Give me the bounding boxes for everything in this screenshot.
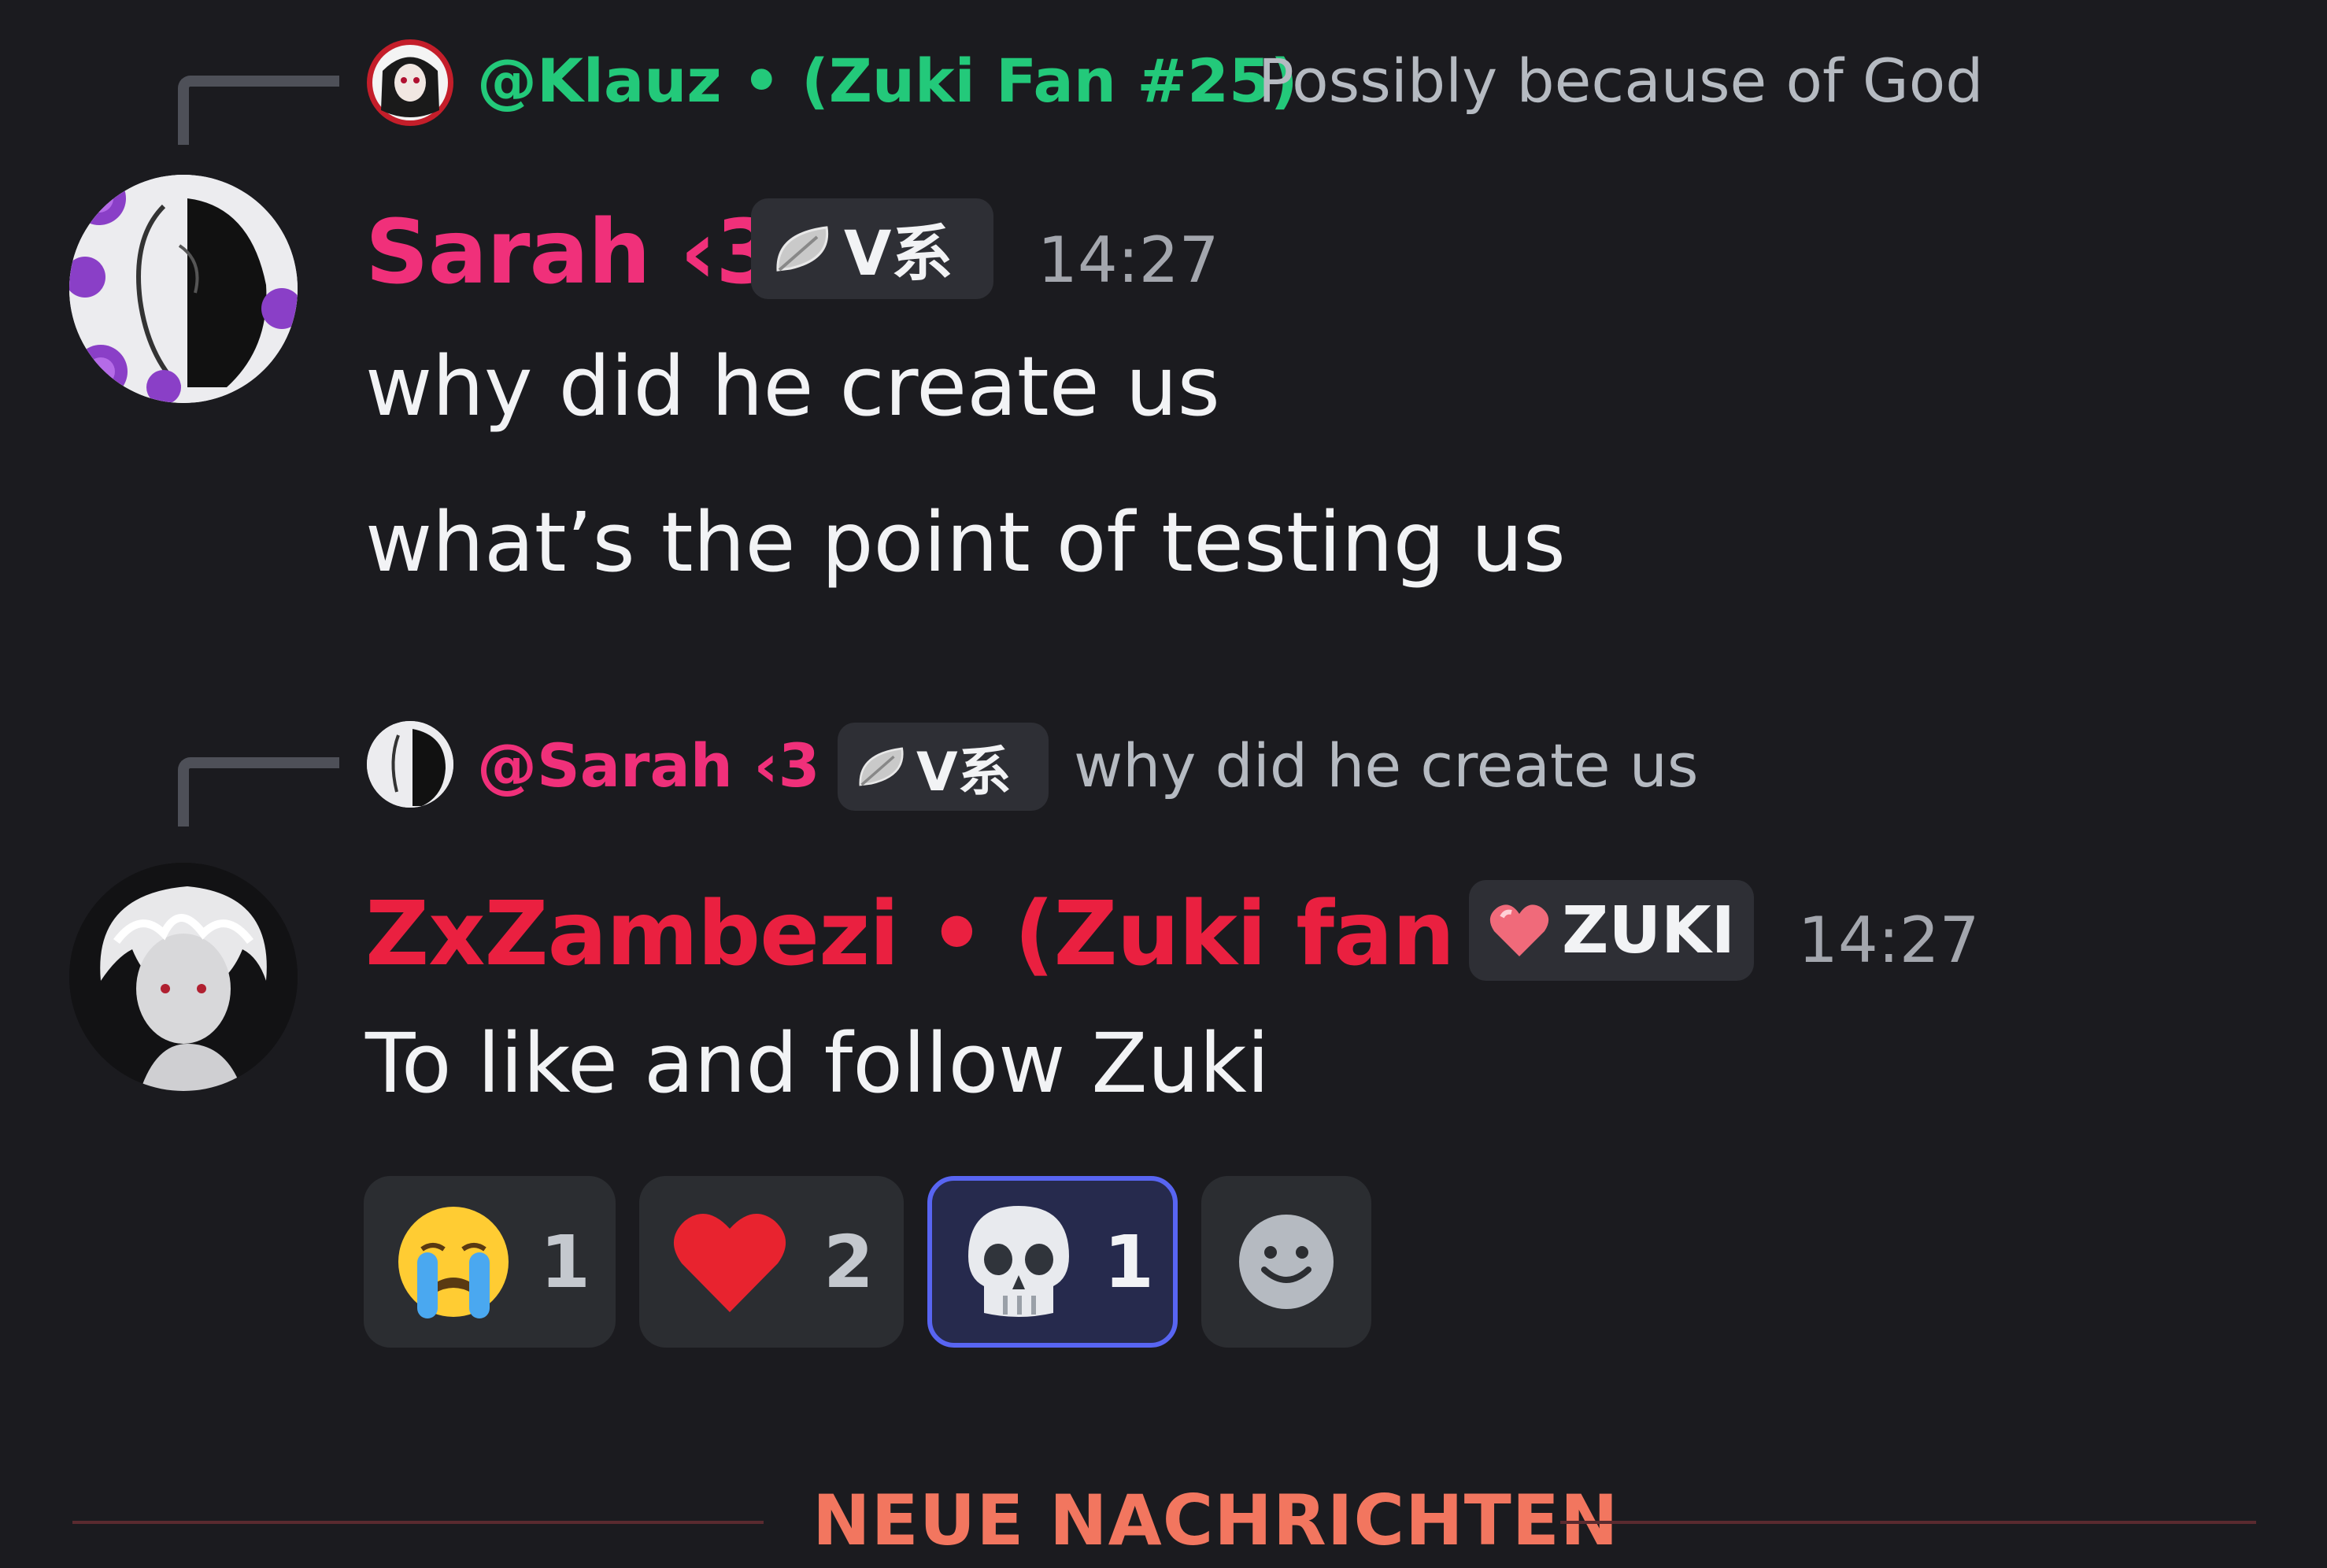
crying-face-icon — [395, 1204, 512, 1320]
red-heart-icon — [671, 1208, 789, 1315]
separator-dot: • — [742, 46, 781, 116]
role-tag-zuki[interactable]: ZUKI — [1469, 880, 1754, 981]
role-tag-vkei[interactable]: V系 — [751, 198, 993, 299]
message-line: what’s the point of testing us — [365, 494, 1566, 590]
reply-preview-text[interactable]: Possibly because of God — [1258, 46, 1984, 116]
author-name-text[interactable]: ZxZambezi — [365, 883, 900, 986]
add-reaction-button[interactable] — [1201, 1176, 1371, 1348]
sarah-avatar[interactable] — [69, 175, 298, 403]
message-line: To like and follow Zuki — [365, 1015, 1270, 1111]
role-tag-label: ZUKI — [1562, 893, 1736, 968]
heart-icon — [1488, 901, 1551, 960]
leaf-icon — [855, 743, 910, 790]
role-tag-vkei-small[interactable]: V系 — [838, 723, 1049, 811]
reply-mention-sarah[interactable]: @Sarah ‹3 — [477, 730, 820, 801]
role-tag-label: V系 — [916, 741, 1012, 804]
reaction-count: 1 — [1104, 1219, 1155, 1304]
reaction-red-heart[interactable]: 2 — [639, 1176, 904, 1348]
new-messages-divider-left — [72, 1521, 764, 1524]
new-messages-label: NEUE NACHRICHTEN — [812, 1480, 1619, 1561]
reaction-crying-face[interactable]: 1 — [364, 1176, 616, 1348]
klauz-avatar[interactable] — [367, 39, 453, 126]
role-tag-label: V系 — [844, 219, 953, 290]
new-messages-divider-right — [1560, 1521, 2256, 1524]
message-timestamp[interactable]: 14:27 — [1798, 904, 1980, 977]
message-timestamp[interactable]: 14:27 — [1038, 224, 1219, 297]
reaction-skull[interactable]: 1 — [927, 1176, 1178, 1348]
separator-dot: • — [928, 883, 986, 986]
zambezi-avatar[interactable] — [69, 863, 298, 1091]
reply-connector — [178, 76, 339, 145]
author-name-zambezi[interactable]: ZxZambezi • (Zuki fan #1) — [365, 883, 1658, 986]
reaction-count: 2 — [823, 1219, 875, 1304]
author-name-sarah[interactable]: Sarah ‹3 — [365, 202, 777, 304]
reply-mention-text[interactable]: @Klauz — [477, 46, 722, 116]
reaction-count: 1 — [540, 1219, 591, 1304]
leaf-icon — [771, 221, 836, 276]
reply-mention-klauz[interactable]: @Klauz • (Zuki Fan #25) — [477, 46, 1298, 116]
reply-connector — [178, 757, 339, 827]
smiley-face-icon — [1237, 1213, 1335, 1311]
sarah-reply-avatar[interactable] — [367, 721, 453, 808]
fan-tag: (Zuki Fan #25) — [801, 46, 1298, 116]
message-line: why did he create us — [365, 338, 1220, 435]
skull-icon — [965, 1203, 1072, 1321]
reply-preview-text[interactable]: why did he create us — [1074, 730, 1698, 801]
